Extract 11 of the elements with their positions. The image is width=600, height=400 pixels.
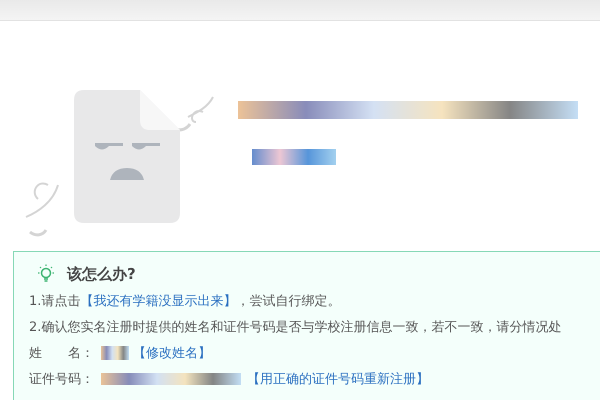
fix-link[interactable]: 【用正确的证件号码重新注册】 bbox=[247, 370, 429, 388]
lightbulb-icon bbox=[37, 264, 55, 284]
step-text: 2.确认您实名注册时提供的姓名和证件号码是否与学校注册信息一致，若不一致，请分情况处 bbox=[29, 319, 562, 336]
field-label: 姓 名： bbox=[29, 345, 95, 362]
help-title: 该怎么办? bbox=[67, 264, 136, 284]
step-text: ，尝试自行绑定。 bbox=[236, 293, 340, 310]
step-text: 1.请点击 bbox=[29, 293, 80, 310]
field-label: 证件号码： bbox=[29, 371, 95, 388]
redacted-value bbox=[101, 346, 129, 360]
fix-link[interactable]: 【修改姓名】 bbox=[133, 344, 211, 362]
bind-link[interactable]: 【我还有学籍没显示出来】 bbox=[80, 292, 236, 310]
